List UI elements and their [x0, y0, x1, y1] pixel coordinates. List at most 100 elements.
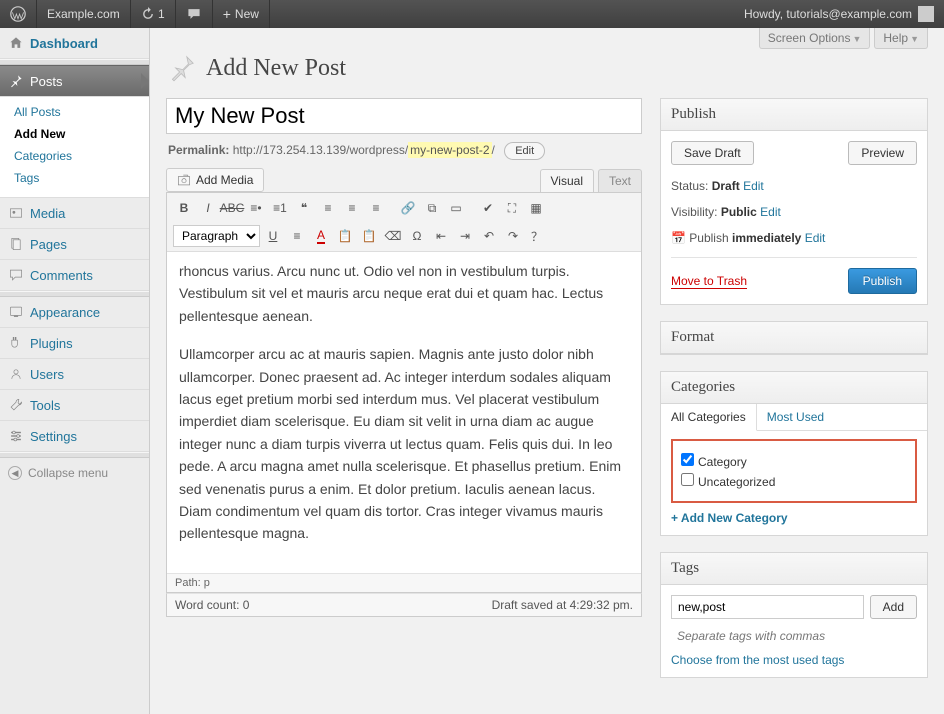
ol-button[interactable]: ≡1 — [269, 197, 291, 219]
menu-plugins[interactable]: Plugins — [0, 328, 149, 359]
menu-users[interactable]: Users — [0, 359, 149, 390]
textcolor-button[interactable]: A — [310, 225, 332, 247]
menu-posts[interactable]: Posts — [0, 65, 149, 97]
permalink-label: Permalink: — [168, 143, 229, 157]
tab-text[interactable]: Text — [598, 169, 642, 192]
content-paragraph: Ullamcorper arcu ac at mauris sapien. Ma… — [179, 343, 629, 545]
updates[interactable]: 1 — [131, 0, 176, 28]
more-button[interactable]: ▭ — [445, 197, 467, 219]
publish-button[interactable]: Publish — [848, 268, 917, 294]
preview-button[interactable]: Preview — [848, 141, 917, 165]
paste-word-button[interactable]: 📋 — [358, 225, 380, 247]
undo-button[interactable]: ↶ — [478, 225, 500, 247]
tab-visual[interactable]: Visual — [540, 169, 594, 192]
add-media-button[interactable]: Add Media — [166, 168, 264, 192]
indent-button[interactable]: ⇥ — [454, 225, 476, 247]
help-button[interactable]: ？ — [526, 225, 548, 247]
outdent-button[interactable]: ⇤ — [430, 225, 452, 247]
editor-statusbar: Word count: 0 Draft saved at 4:29:32 pm. — [166, 593, 642, 617]
menu-appearance[interactable]: Appearance — [0, 297, 149, 328]
add-new-category-link[interactable]: + Add New Category — [671, 511, 788, 525]
spellcheck-button[interactable]: ✔ — [477, 197, 499, 219]
screen-meta: Screen Options▼ Help▼ — [755, 28, 928, 49]
kitchensink-button[interactable]: ▦ — [525, 197, 547, 219]
collapse-icon: ◀ — [8, 466, 22, 480]
media-icon — [8, 205, 24, 221]
permalink-row: Permalink: http://173.254.13.139/wordpre… — [168, 142, 640, 160]
submenu-categories[interactable]: Categories — [0, 145, 149, 167]
main-content: Screen Options▼ Help▼ Add New Post Perma… — [150, 28, 944, 714]
publish-box: Publish Save Draft Preview Status: Draft… — [660, 98, 928, 305]
new-content[interactable]: +New — [213, 0, 270, 28]
home-icon — [8, 35, 24, 51]
updates-count: 1 — [158, 7, 165, 21]
edit-status-link[interactable]: Edit — [743, 179, 764, 193]
save-draft-button[interactable]: Save Draft — [671, 141, 754, 165]
fullscreen-button[interactable]: ⛶ — [501, 197, 523, 219]
link-button[interactable]: 🔗 — [397, 197, 419, 219]
submenu-tags[interactable]: Tags — [0, 167, 149, 189]
avatar — [918, 6, 934, 22]
edit-visibility-link[interactable]: Edit — [760, 205, 781, 219]
justify-button[interactable]: ≡ — [286, 225, 308, 247]
categories-box: Categories All Categories Most Used Cate… — [660, 371, 928, 536]
permalink-base: http://173.254.13.139/wordpress/ — [233, 143, 408, 157]
blockquote-button[interactable]: ❝ — [293, 197, 315, 219]
category-checkbox[interactable] — [681, 473, 694, 486]
move-to-trash-link[interactable]: Move to Trash — [671, 274, 747, 289]
pushpin-icon — [166, 52, 198, 84]
permalink-slug[interactable]: my-new-post-2 — [408, 142, 491, 158]
tags-hint: Separate tags with commas — [671, 629, 917, 653]
edit-schedule-link[interactable]: Edit — [805, 231, 826, 245]
post-title-input[interactable] — [166, 98, 642, 134]
strike-button[interactable]: ABC — [221, 197, 243, 219]
wp-logo[interactable] — [0, 0, 37, 28]
comments-bubble[interactable] — [176, 0, 213, 28]
redo-button[interactable]: ↷ — [502, 225, 524, 247]
plugins-icon — [8, 335, 24, 351]
category-item[interactable]: Uncategorized — [681, 471, 907, 491]
category-item[interactable]: Category — [681, 451, 907, 471]
charmap-button[interactable]: Ω — [406, 225, 428, 247]
menu-settings[interactable]: Settings — [0, 421, 149, 452]
tab-all-categories[interactable]: All Categories — [661, 404, 757, 431]
tags-title: Tags — [661, 553, 927, 585]
menu-comments[interactable]: Comments — [0, 260, 149, 291]
permalink-edit-button[interactable]: Edit — [504, 142, 545, 160]
editor-content[interactable]: rhoncus varius. Arcu nunc ut. Odio vel n… — [167, 252, 641, 573]
submenu-add-new[interactable]: Add New — [0, 123, 149, 145]
align-right-button[interactable]: ≡ — [365, 197, 387, 219]
help-tab[interactable]: Help▼ — [874, 28, 928, 49]
tags-input[interactable] — [671, 595, 864, 619]
category-checklist: Category Uncategorized — [671, 439, 917, 503]
howdy-account[interactable]: Howdy, tutorials@example.com — [734, 0, 944, 28]
editor-toolbar: B I ABC ≡• ≡1 ❝ ≡ ≡ ≡ 🔗 ⧉ ▭ ✔ — [167, 193, 641, 252]
submenu-all-posts[interactable]: All Posts — [0, 101, 149, 123]
tags-most-used-link[interactable]: Choose from the most used tags — [671, 653, 844, 667]
menu-dashboard[interactable]: Dashboard — [0, 28, 149, 59]
editor: B I ABC ≡• ≡1 ❝ ≡ ≡ ≡ 🔗 ⧉ ▭ ✔ — [166, 192, 642, 593]
paste-text-button[interactable]: 📋 — [334, 225, 356, 247]
menu-pages[interactable]: Pages — [0, 229, 149, 260]
collapse-menu[interactable]: ◀Collapse menu — [0, 458, 149, 488]
category-checkbox[interactable] — [681, 453, 694, 466]
appearance-icon — [8, 304, 24, 320]
menu-media[interactable]: Media — [0, 198, 149, 229]
align-left-button[interactable]: ≡ — [317, 197, 339, 219]
underline-button[interactable]: U — [262, 225, 284, 247]
italic-button[interactable]: I — [197, 197, 219, 219]
bold-button[interactable]: B — [173, 197, 195, 219]
screen-options-tab[interactable]: Screen Options▼ — [759, 28, 871, 49]
site-name[interactable]: Example.com — [37, 0, 131, 28]
tab-most-used[interactable]: Most Used — [757, 404, 834, 430]
post-sidebar: Publish Save Draft Preview Status: Draft… — [660, 98, 928, 694]
tags-add-button[interactable]: Add — [870, 595, 917, 619]
clear-format-button[interactable]: ⌫ — [382, 225, 404, 247]
format-select[interactable]: Paragraph — [173, 225, 260, 247]
menu-tools[interactable]: Tools — [0, 390, 149, 421]
ul-button[interactable]: ≡• — [245, 197, 267, 219]
pin-icon — [8, 73, 24, 89]
editor-tabs: Visual Text — [536, 169, 642, 192]
align-center-button[interactable]: ≡ — [341, 197, 363, 219]
unlink-button[interactable]: ⧉ — [421, 197, 443, 219]
